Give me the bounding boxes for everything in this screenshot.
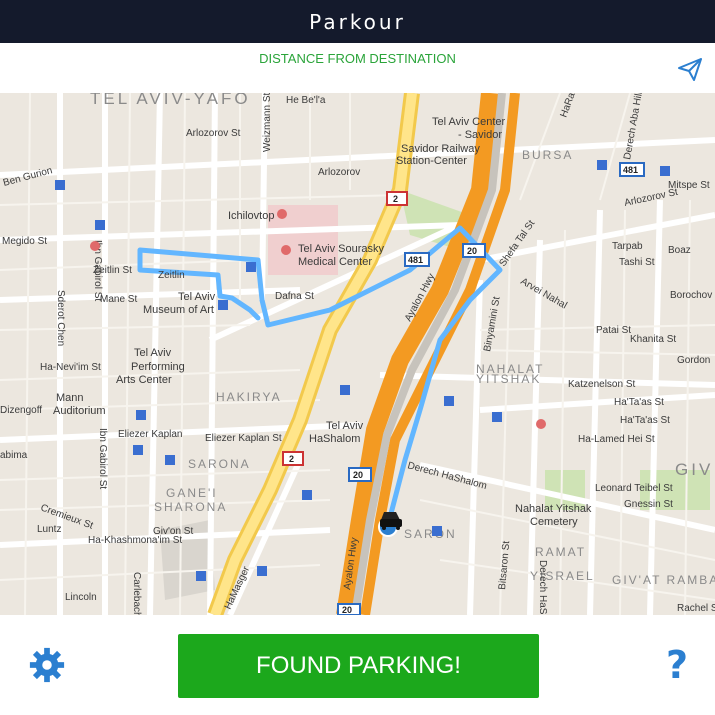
road-shield: 20 bbox=[462, 243, 486, 258]
street-label: Carlebach bbox=[131, 572, 142, 615]
road-shield: 2 bbox=[386, 191, 408, 206]
street-label: Sderot Chen bbox=[55, 290, 66, 346]
road-shield: 2 bbox=[282, 451, 304, 466]
street-label: Gordon bbox=[677, 355, 710, 366]
street-label: Luntz bbox=[37, 524, 61, 535]
street-label: Weizmann St bbox=[262, 93, 273, 152]
street-label: Eliezer Kaplan St bbox=[205, 433, 282, 444]
street-label: Dafna St bbox=[275, 291, 314, 302]
street-label: Megido St bbox=[2, 236, 47, 247]
place-label: Savidor Railway bbox=[401, 143, 480, 155]
street-label: Katzenelson St bbox=[568, 379, 635, 390]
send-icon[interactable] bbox=[677, 56, 703, 82]
place-label: HaShalom bbox=[309, 433, 360, 445]
area-label: RAMAT bbox=[535, 545, 586, 559]
distance-label: DISTANCE FROM DESTINATION bbox=[259, 51, 456, 66]
area-label: GIV bbox=[675, 460, 713, 479]
street-label: Leonard Teibel St bbox=[595, 483, 673, 494]
street-label: Zeitlin bbox=[158, 270, 185, 281]
street-label: Dizengoff bbox=[0, 405, 42, 416]
street-label: Giv'on St bbox=[153, 526, 193, 537]
svg-text:20: 20 bbox=[342, 605, 352, 615]
place-label: Tel Aviv bbox=[134, 347, 172, 359]
street-label: Boaz bbox=[668, 245, 691, 256]
place-label: Station-Center bbox=[396, 155, 467, 167]
place-label: Tel Aviv Center bbox=[432, 116, 506, 128]
place-label: Auditorium bbox=[53, 405, 106, 417]
place-label: Performing bbox=[131, 361, 185, 373]
road-shield: 481 bbox=[619, 162, 645, 177]
area-label: SHARONA bbox=[154, 500, 227, 514]
help-icon[interactable]: ? bbox=[660, 643, 694, 687]
place-label: Nahalat Yitshak bbox=[515, 503, 592, 515]
street-label: Tashi St bbox=[619, 257, 655, 268]
place-label: Tel Aviv Sourasky bbox=[298, 243, 385, 255]
map-view[interactable]: TEL AVIV-YAFO HAKIRYA SARONA GANE'I SHAR… bbox=[0, 93, 715, 615]
street-label: Tarpab bbox=[612, 241, 643, 252]
road-shield: 20 bbox=[348, 467, 372, 482]
road-shield: 20 bbox=[337, 603, 361, 615]
svg-text:2: 2 bbox=[289, 454, 294, 464]
place-label: Medical Center bbox=[298, 256, 372, 268]
gear-icon[interactable] bbox=[28, 646, 66, 684]
area-label: BURSA bbox=[522, 148, 573, 162]
street-label: Ha'Ta'as St bbox=[620, 415, 670, 426]
street-label: Derech HaShalom bbox=[537, 560, 548, 615]
map-canvas[interactable]: TEL AVIV-YAFO HAKIRYA SARONA GANE'I SHAR… bbox=[0, 93, 715, 615]
app-title: Parkour bbox=[309, 9, 406, 34]
bottom-bar: FOUND PARKING! ? bbox=[0, 615, 715, 715]
road-shield: 481 bbox=[404, 252, 430, 267]
street-label: Ha-Nevi'im St bbox=[40, 362, 101, 373]
place-label: Mann bbox=[56, 392, 84, 404]
area-label: HAKIRYA bbox=[216, 390, 282, 404]
svg-text:481: 481 bbox=[408, 255, 423, 265]
street-label: Ibn Gabirol St bbox=[97, 428, 108, 489]
street-label: Arlozorov bbox=[318, 167, 360, 178]
street-label: abima bbox=[0, 450, 28, 461]
area-label: SARONA bbox=[188, 457, 251, 471]
area-label: TEL AVIV-YAFO bbox=[90, 93, 251, 108]
place-label: - Savidor bbox=[458, 129, 502, 141]
street-label: Ha'Ta'as St bbox=[614, 397, 664, 408]
place-label: Cemetery bbox=[530, 516, 578, 528]
place-label: Museum of Art bbox=[143, 304, 214, 316]
svg-text:20: 20 bbox=[353, 470, 363, 480]
area-label: SARON bbox=[404, 527, 457, 541]
street-label: Gnessin St bbox=[624, 499, 673, 510]
svg-text:481: 481 bbox=[623, 165, 638, 175]
place-label: Tel Aviv bbox=[326, 420, 364, 432]
street-label: Khanita St bbox=[630, 334, 676, 345]
distance-bar: DISTANCE FROM DESTINATION bbox=[0, 43, 715, 93]
street-label: Eliezer Kaplan bbox=[118, 429, 182, 440]
area-label: GIV'AT RAMBAM bbox=[612, 573, 715, 587]
street-label: Rachel St bbox=[677, 603, 715, 614]
place-label: Ichilovtop bbox=[228, 210, 274, 222]
street-label: Patai St bbox=[596, 325, 631, 336]
found-parking-button[interactable]: FOUND PARKING! bbox=[178, 634, 539, 698]
street-label: Mane St bbox=[100, 294, 137, 305]
title-bar: Parkour bbox=[0, 0, 715, 43]
area-label: GANE'I bbox=[166, 486, 218, 500]
street-label: Ha-Lamed Hei St bbox=[578, 434, 655, 445]
place-label: Tel Aviv bbox=[178, 291, 216, 303]
street-label: He Be'l'a bbox=[286, 95, 326, 106]
area-label: YITSHAK bbox=[476, 372, 541, 386]
svg-text:20: 20 bbox=[467, 246, 477, 256]
street-label: Borochov bbox=[670, 290, 712, 301]
street-label: Lincoln bbox=[65, 592, 97, 603]
place-label: Arts Center bbox=[116, 374, 172, 386]
svg-text:2: 2 bbox=[393, 194, 398, 204]
street-label: Arlozorov St bbox=[186, 128, 241, 139]
street-label: Mitspe St bbox=[668, 180, 710, 191]
